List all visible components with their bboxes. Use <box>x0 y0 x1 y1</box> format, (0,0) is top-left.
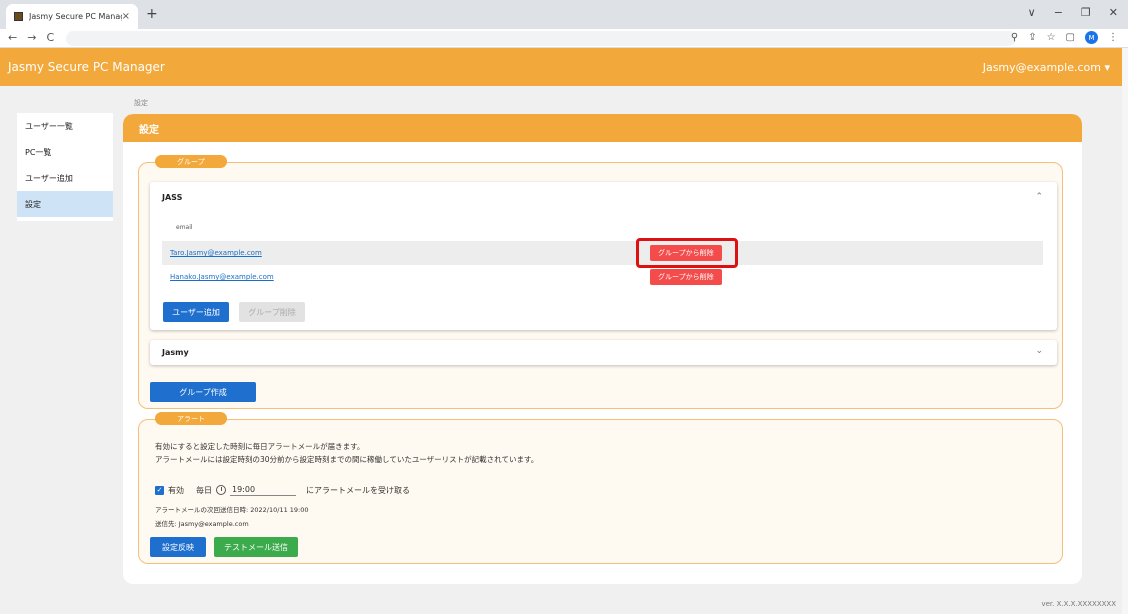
create-group-button[interactable]: グループ作成 <box>150 382 256 402</box>
browser-tab-title: Jasmy Secure PC Manager <box>29 12 122 21</box>
recipient-text: 送信先: Jasmy@example.com <box>155 520 249 528</box>
chevron-down-icon[interactable]: ⌄ <box>1035 346 1043 356</box>
address-bar: ← → C ⚲ ⇪ ☆ ▢ M ⋮ <box>0 29 1128 48</box>
group-card-jasmy[interactable]: Jasmy ⌄ <box>150 340 1057 365</box>
window-controls: ∨ − ❐ ✕ <box>1028 6 1118 19</box>
sidebar: ユーザー一覧 PC一覧 ユーザー追加 設定 <box>17 113 113 221</box>
clock-icon[interactable] <box>216 485 226 495</box>
app-brand[interactable]: Jasmy Secure PC Manager <box>8 60 165 74</box>
sidebar-item-user-list[interactable]: ユーザー一覧 <box>17 113 113 139</box>
forward-icon[interactable]: → <box>27 31 36 44</box>
url-input[interactable] <box>66 31 1016 46</box>
tab-close-icon[interactable]: × <box>122 11 130 22</box>
alert-setting-row: ✓ 有効 毎日 19:00 にアラートメールを受け取る <box>155 484 410 496</box>
group-name[interactable]: Jasmy <box>162 348 189 357</box>
menu-kebab-icon[interactable]: ⋮ <box>1108 32 1118 43</box>
browser-tab[interactable]: Jasmy Secure PC Manager × <box>6 4 138 29</box>
enable-checkbox[interactable]: ✓ <box>155 485 164 495</box>
browser-tabstrip: Jasmy Secure PC Manager × + ∨ − ❐ ✕ <box>0 0 1128 29</box>
receive-label: にアラートメールを受け取る <box>306 485 410 495</box>
profile-avatar[interactable]: M <box>1085 31 1098 44</box>
enabled-label: 有効 <box>168 485 184 495</box>
sidebar-item-pc-list[interactable]: PC一覧 <box>17 139 113 165</box>
group-card-jass: JASS ⌃ email Taro.Jasmy@example.com グループ… <box>150 182 1057 330</box>
highlight-box <box>636 238 738 268</box>
chevron-up-icon[interactable]: ⌃ <box>1035 192 1043 202</box>
sidebar-item-settings[interactable]: 設定 <box>17 191 113 217</box>
reload-icon[interactable]: C <box>46 31 54 44</box>
app-favicon-icon <box>14 12 23 21</box>
remove-from-group-button[interactable]: グループから削除 <box>650 269 722 285</box>
user-menu[interactable]: Jasmy@example.com ▾ <box>983 61 1110 74</box>
alert-time-input[interactable]: 19:00 <box>230 484 296 496</box>
browser-actions: ⚲ ⇪ ☆ ▢ M ⋮ <box>1011 31 1118 44</box>
tab-search-icon[interactable]: ∨ <box>1028 6 1036 19</box>
alert-description-2: アラートメールには設定時刻の30分前から設定時刻までの間に稼働していたユーザーリ… <box>155 455 539 464</box>
apply-settings-button[interactable]: 設定反映 <box>150 537 206 557</box>
page-title: 設定 <box>123 114 1082 142</box>
breadcrumb: 設定 <box>134 99 148 107</box>
restore-icon[interactable]: ❐ <box>1081 6 1091 19</box>
version-text: ver. X.X.X.XXXXXXXX <box>1041 600 1116 608</box>
table-row: Taro.Jasmy@example.com グループから削除 <box>162 241 1043 265</box>
alert-section-legend: アラート <box>155 412 227 425</box>
alert-description-1: 有効にすると設定した時刻に毎日アラートメールが届きます。 <box>155 442 365 451</box>
email-column-header: email <box>176 224 193 231</box>
delete-group-button[interactable]: グループ削除 <box>239 302 305 322</box>
next-send-text: アラートメールの次回送信日時: 2022/10/11 19:00 <box>155 506 309 514</box>
group-section: グループ JASS ⌃ email Taro.Jasmy@example.com… <box>138 155 1063 409</box>
group-name[interactable]: JASS <box>162 193 182 202</box>
member-email-link[interactable]: Taro.Jasmy@example.com <box>170 249 650 257</box>
minimize-icon[interactable]: − <box>1054 6 1063 19</box>
settings-panel: 設定 グループ JASS ⌃ email Taro.Jasmy@example.… <box>123 114 1082 584</box>
app-header: Jasmy Secure PC Manager Jasmy@example.co… <box>0 48 1122 86</box>
close-window-icon[interactable]: ✕ <box>1109 6 1118 19</box>
add-user-button[interactable]: ユーザー追加 <box>163 302 229 322</box>
share-icon[interactable]: ⇪ <box>1028 32 1036 43</box>
sidebar-item-add-user[interactable]: ユーザー追加 <box>17 165 113 191</box>
back-icon[interactable]: ← <box>8 31 17 44</box>
member-email-link[interactable]: Hanako.Jasmy@example.com <box>170 273 650 281</box>
group-section-legend: グループ <box>155 155 227 168</box>
nav-buttons: ← → C <box>8 31 54 44</box>
daily-label: 毎日 <box>196 485 212 495</box>
sidepanel-icon[interactable]: ▢ <box>1066 32 1075 43</box>
page-scrollbar[interactable] <box>1122 48 1128 614</box>
zoom-icon[interactable]: ⚲ <box>1011 32 1018 43</box>
bookmark-star-icon[interactable]: ☆ <box>1047 32 1056 43</box>
new-tab-icon[interactable]: + <box>146 6 158 22</box>
test-mail-button[interactable]: テストメール送信 <box>214 537 298 557</box>
table-row: Hanako.Jasmy@example.com グループから削除 <box>162 265 1043 289</box>
alert-section: アラート 有効にすると設定した時刻に毎日アラートメールが届きます。 アラートメー… <box>138 412 1063 564</box>
